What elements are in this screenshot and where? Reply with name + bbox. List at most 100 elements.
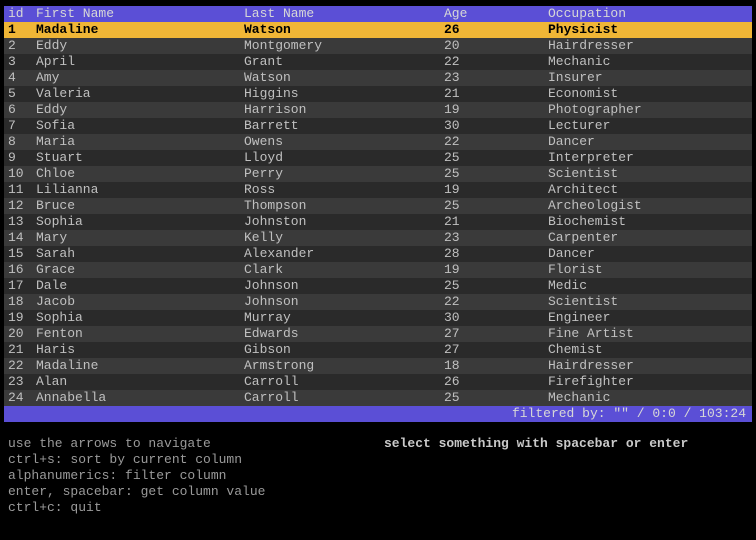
table-row[interactable]: 16GraceClark19Florist <box>4 262 752 278</box>
cell-last-name: Grant <box>244 54 444 70</box>
table-row[interactable]: 14MaryKelly23Carpenter <box>4 230 752 246</box>
cell-age: 25 <box>444 150 548 166</box>
cell-last-name: Watson <box>244 22 444 38</box>
cell-id: 10 <box>4 166 36 182</box>
table-row[interactable]: 19SophiaMurray30Engineer <box>4 310 752 326</box>
table-row[interactable]: 12BruceThompson25Archeologist <box>4 198 752 214</box>
cell-first-name: Grace <box>36 262 244 278</box>
cell-id: 11 <box>4 182 36 198</box>
cell-occupation: Medic <box>548 278 752 294</box>
cell-last-name: Carroll <box>244 374 444 390</box>
help-enter: enter, spacebar: get column value <box>8 484 384 500</box>
cell-first-name: Sofia <box>36 118 244 134</box>
status-bar: filtered by: "" / 0:0 / 103:24 <box>4 406 752 422</box>
table-row[interactable]: 15SarahAlexander28Dancer <box>4 246 752 262</box>
table-row[interactable]: 17DaleJohnson25Medic <box>4 278 752 294</box>
cell-age: 27 <box>444 326 548 342</box>
cell-last-name: Higgins <box>244 86 444 102</box>
cell-first-name: Eddy <box>36 38 244 54</box>
table-body: 1MadalineWatson26Physicist2EddyMontgomer… <box>4 22 752 406</box>
cell-age: 26 <box>444 22 548 38</box>
cell-occupation: Insurer <box>548 70 752 86</box>
cell-last-name: Johnson <box>244 278 444 294</box>
cell-first-name: April <box>36 54 244 70</box>
cell-first-name: Madaline <box>36 22 244 38</box>
cell-age: 21 <box>444 214 548 230</box>
col-header-first-name[interactable]: First Name <box>36 6 244 22</box>
cell-last-name: Alexander <box>244 246 444 262</box>
cell-age: 20 <box>444 38 548 54</box>
cell-id: 12 <box>4 198 36 214</box>
terminal-screen: id First Name Last Name Age Occupation 1… <box>0 0 756 522</box>
cell-first-name: Madaline <box>36 358 244 374</box>
col-header-id[interactable]: id <box>4 6 36 22</box>
cell-occupation: Carpenter <box>548 230 752 246</box>
cell-age: 28 <box>444 246 548 262</box>
cell-occupation: Chemist <box>548 342 752 358</box>
help-right: select something with spacebar or enter <box>384 436 688 516</box>
cell-age: 22 <box>444 54 548 70</box>
cell-first-name: Haris <box>36 342 244 358</box>
cell-occupation: Physicist <box>548 22 752 38</box>
table-row[interactable]: 18JacobJohnson22Scientist <box>4 294 752 310</box>
cell-occupation: Dancer <box>548 246 752 262</box>
cell-occupation: Firefighter <box>548 374 752 390</box>
cell-id: 9 <box>4 150 36 166</box>
table-row[interactable]: 7SofiaBarrett30Lecturer <box>4 118 752 134</box>
cell-last-name: Thompson <box>244 198 444 214</box>
cell-age: 21 <box>444 86 548 102</box>
cell-age: 22 <box>444 134 548 150</box>
table-row[interactable]: 2EddyMontgomery20Hairdresser <box>4 38 752 54</box>
table-row[interactable]: 10ChloePerry25Scientist <box>4 166 752 182</box>
cell-first-name: Maria <box>36 134 244 150</box>
table-row[interactable]: 1MadalineWatson26Physicist <box>4 22 752 38</box>
cell-first-name: Sophia <box>36 310 244 326</box>
table-row[interactable]: 22MadalineArmstrong18Hairdresser <box>4 358 752 374</box>
table-row[interactable]: 11LiliannaRoss19Architect <box>4 182 752 198</box>
cell-occupation: Engineer <box>548 310 752 326</box>
help-sort: ctrl+s: sort by current column <box>8 452 384 468</box>
cell-occupation: Archeologist <box>548 198 752 214</box>
cell-occupation: Biochemist <box>548 214 752 230</box>
table-row[interactable]: 21HarisGibson27Chemist <box>4 342 752 358</box>
cell-occupation: Scientist <box>548 166 752 182</box>
table-row[interactable]: 9StuartLloyd25Interpreter <box>4 150 752 166</box>
cell-age: 30 <box>444 118 548 134</box>
cell-first-name: Stuart <box>36 150 244 166</box>
table-row[interactable]: 20FentonEdwards27Fine Artist <box>4 326 752 342</box>
col-header-age[interactable]: Age <box>444 6 548 22</box>
cell-id: 22 <box>4 358 36 374</box>
help-nav: use the arrows to navigate <box>8 436 384 452</box>
table-row[interactable]: 8MariaOwens22Dancer <box>4 134 752 150</box>
cell-occupation: Economist <box>548 86 752 102</box>
col-header-occupation[interactable]: Occupation <box>548 6 752 22</box>
cell-age: 23 <box>444 230 548 246</box>
table-row[interactable]: 4AmyWatson23Insurer <box>4 70 752 86</box>
cell-age: 27 <box>444 342 548 358</box>
cell-age: 25 <box>444 278 548 294</box>
cell-last-name: Ross <box>244 182 444 198</box>
cell-id: 2 <box>4 38 36 54</box>
help-left: use the arrows to navigate ctrl+s: sort … <box>8 436 384 516</box>
cell-first-name: Annabella <box>36 390 244 406</box>
table-row[interactable]: 3AprilGrant22Mechanic <box>4 54 752 70</box>
table-row[interactable]: 13SophiaJohnston21Biochemist <box>4 214 752 230</box>
cell-last-name: Johnston <box>244 214 444 230</box>
cell-last-name: Armstrong <box>244 358 444 374</box>
table-row[interactable]: 23AlanCarroll26Firefighter <box>4 374 752 390</box>
cell-id: 8 <box>4 134 36 150</box>
col-header-last-name[interactable]: Last Name <box>244 6 444 22</box>
table-row[interactable]: 5ValeriaHiggins21Economist <box>4 86 752 102</box>
cell-last-name: Watson <box>244 70 444 86</box>
cell-id: 14 <box>4 230 36 246</box>
cell-occupation: Lecturer <box>548 118 752 134</box>
cell-last-name: Clark <box>244 262 444 278</box>
table-row[interactable]: 6EddyHarrison19Photographer <box>4 102 752 118</box>
table-row[interactable]: 24AnnabellaCarroll25Mechanic <box>4 390 752 406</box>
cell-occupation: Interpreter <box>548 150 752 166</box>
cell-first-name: Lilianna <box>36 182 244 198</box>
cell-id: 4 <box>4 70 36 86</box>
cell-last-name: Kelly <box>244 230 444 246</box>
cell-first-name: Sarah <box>36 246 244 262</box>
cell-occupation: Photographer <box>548 102 752 118</box>
